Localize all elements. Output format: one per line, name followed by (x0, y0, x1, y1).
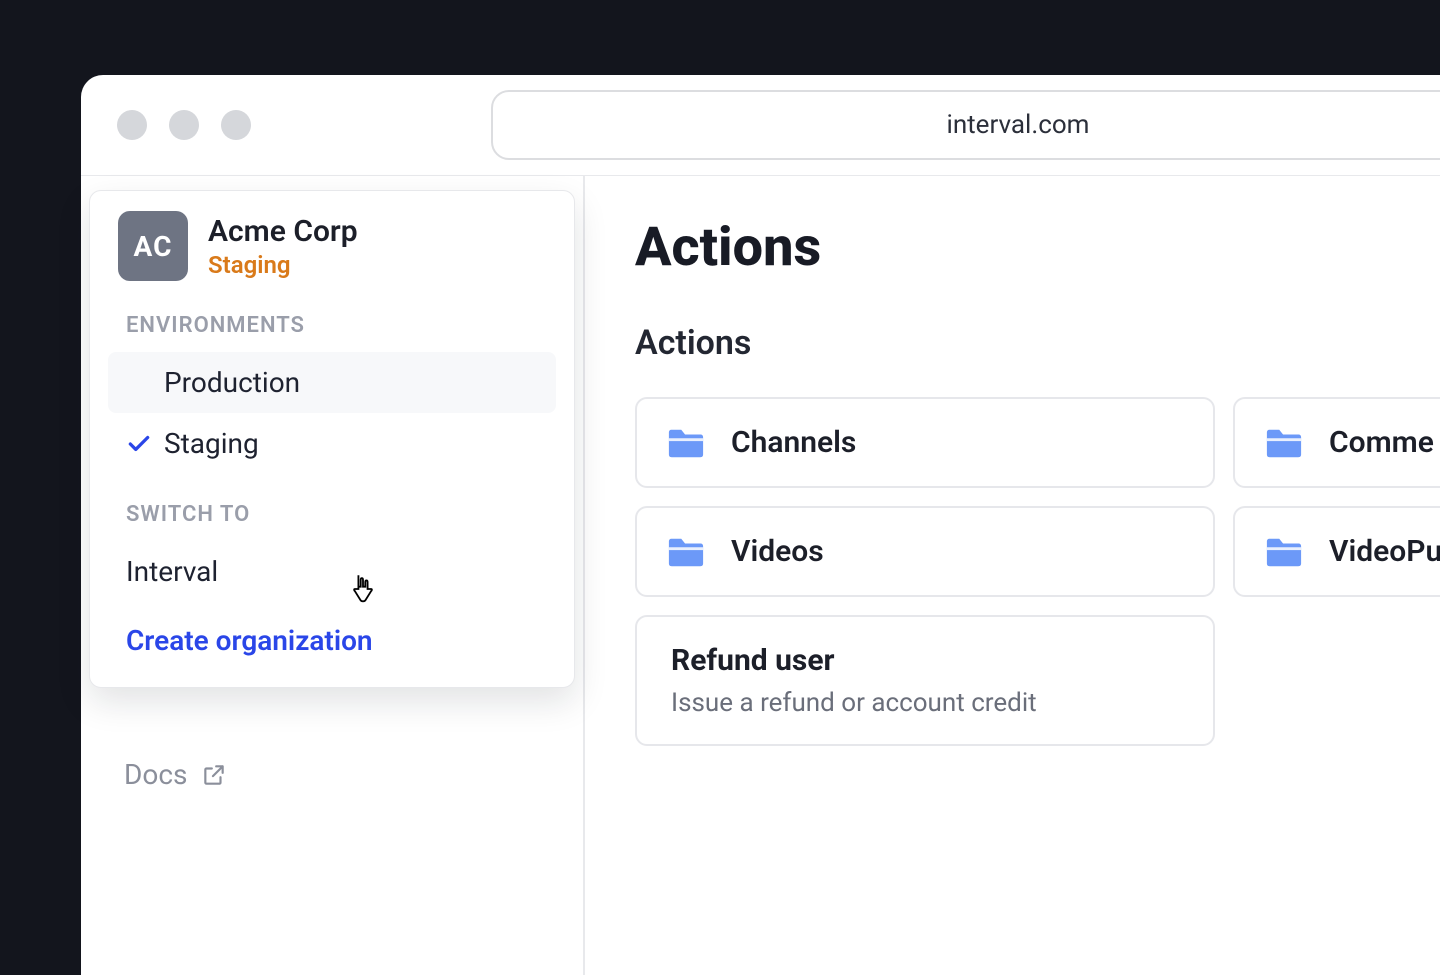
switch-item-interval[interactable]: Interval (108, 541, 556, 602)
folder-icon (667, 535, 705, 569)
url-text: interval.com (947, 110, 1090, 140)
section-title: Actions (635, 323, 1440, 363)
org-switcher-panel: AC Acme Corp Staging ENVIRONMENTS Produc… (89, 190, 575, 688)
environment-label: Staging (164, 427, 259, 460)
external-link-icon (201, 762, 227, 788)
create-organization-link[interactable]: Create organization (108, 602, 556, 665)
window-close-icon[interactable] (117, 110, 147, 140)
folder-card-comments[interactable]: Comme (1233, 397, 1440, 488)
main-content: Actions Actions Channels Comme (585, 176, 1440, 975)
folder-icon (1265, 426, 1303, 460)
switch-to-heading: SWITCH TO (108, 474, 556, 541)
org-info: Acme Corp Staging (208, 214, 358, 279)
docs-link[interactable]: Docs (124, 758, 227, 791)
environments-heading: ENVIRONMENTS (108, 285, 556, 352)
org-name: Acme Corp (208, 214, 358, 249)
environment-item-staging[interactable]: Staging (108, 413, 556, 474)
folder-card-videopublish[interactable]: VideoPu (1233, 506, 1440, 597)
org-avatar: AC (118, 211, 188, 281)
window-controls (117, 110, 251, 140)
folder-icon (1265, 535, 1303, 569)
create-organization-label: Create organization (126, 624, 373, 657)
switch-item-label: Interval (126, 555, 218, 588)
action-title: Refund user (671, 643, 1179, 678)
environment-item-production[interactable]: Production (108, 352, 556, 413)
docs-label: Docs (124, 758, 187, 791)
folder-label: Comme (1329, 425, 1434, 460)
folder-grid: Channels Comme Videos (635, 397, 1440, 597)
folder-label: VideoPu (1329, 534, 1440, 569)
browser-window: interval.com AC Acme Corp Staging ENVIRO… (81, 75, 1440, 975)
url-bar[interactable]: interval.com (491, 90, 1440, 160)
org-initials: AC (134, 230, 173, 263)
check-spacer (126, 370, 152, 396)
action-description: Issue a refund or account credit (671, 688, 1179, 718)
window-maximize-icon[interactable] (221, 110, 251, 140)
org-env-label: Staging (208, 251, 358, 279)
folder-card-channels[interactable]: Channels (635, 397, 1215, 488)
environment-label: Production (164, 366, 300, 399)
check-icon (126, 431, 152, 457)
folder-icon (667, 426, 705, 460)
page-title: Actions (635, 216, 1440, 279)
app-shell: AC Acme Corp Staging ENVIRONMENTS Produc… (81, 175, 1440, 975)
window-minimize-icon[interactable] (169, 110, 199, 140)
cursor-pointer-icon (349, 573, 377, 605)
sidebar: AC Acme Corp Staging ENVIRONMENTS Produc… (81, 176, 585, 975)
folder-card-videos[interactable]: Videos (635, 506, 1215, 597)
browser-chrome: interval.com (81, 75, 1440, 175)
folder-label: Videos (731, 534, 824, 569)
action-card-refund-user[interactable]: Refund user Issue a refund or account cr… (635, 615, 1215, 746)
folder-label: Channels (731, 425, 856, 460)
org-header[interactable]: AC Acme Corp Staging (108, 211, 556, 285)
